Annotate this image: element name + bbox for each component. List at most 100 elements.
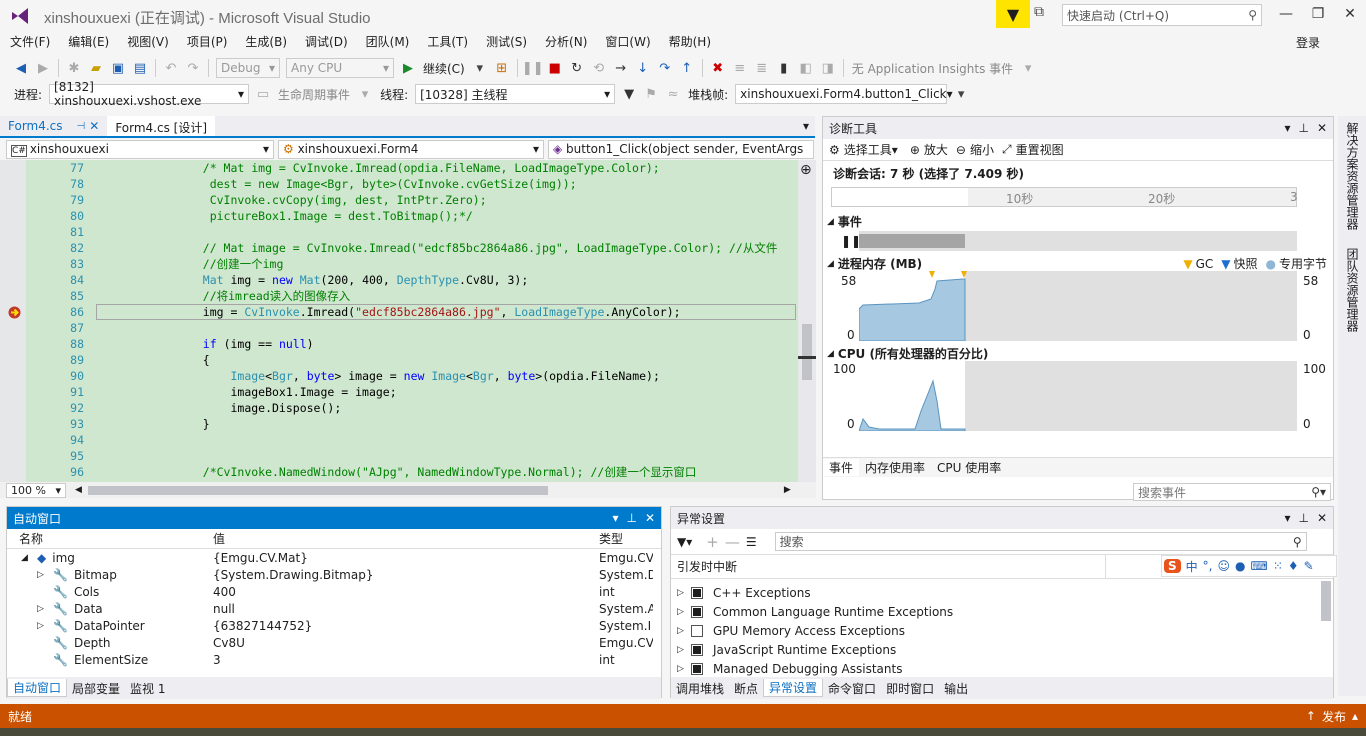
- chevron-down-icon[interactable]: ▾: [1019, 59, 1037, 77]
- code-line[interactable]: [92, 448, 798, 464]
- play-icon[interactable]: ▶: [399, 59, 417, 77]
- tab-exception-settings[interactable]: 异常设置: [763, 679, 824, 697]
- show-next-statement-icon[interactable]: →: [612, 59, 630, 77]
- ime-chinese-icon[interactable]: 中: [1186, 558, 1198, 575]
- filter-icon[interactable]: ▼▾: [677, 535, 692, 549]
- menu-file[interactable]: 文件(F): [1, 32, 59, 52]
- new-project-icon[interactable]: ✱: [65, 59, 83, 77]
- back-icon[interactable]: ◀: [12, 59, 30, 77]
- zoom-select[interactable]: 100 % ▾: [6, 482, 66, 498]
- expand-icon[interactable]: ▷: [37, 570, 49, 580]
- step-out-icon[interactable]: ↑: [678, 59, 696, 77]
- chevron-down-icon[interactable]: ▾: [612, 511, 618, 525]
- sogou-logo-icon[interactable]: S: [1164, 559, 1181, 573]
- zoom-out-button[interactable]: 缩小: [970, 141, 994, 158]
- code-line[interactable]: }: [92, 416, 798, 432]
- feedback-icon[interactable]: ⧉: [1034, 4, 1056, 24]
- code-line[interactable]: if (img == null): [92, 336, 798, 352]
- save-icon[interactable]: ▣: [109, 59, 127, 77]
- pin-icon[interactable]: ⊥: [626, 511, 636, 525]
- menu-team[interactable]: 团队(M): [357, 32, 419, 52]
- menu-project[interactable]: 项目(P): [178, 32, 237, 52]
- menu-build[interactable]: 生成(B): [236, 32, 296, 52]
- pin-icon[interactable]: ⊣: [77, 121, 86, 132]
- expand-icon[interactable]: ▷: [37, 604, 49, 614]
- menu-view[interactable]: 视图(V): [118, 32, 178, 52]
- code-line[interactable]: Mat img = new Mat(200, 400, DepthType.Cv…: [92, 272, 798, 288]
- menu-analyze[interactable]: 分析(N): [536, 32, 596, 52]
- notification-filter-button[interactable]: ▼: [996, 0, 1030, 28]
- minimize-button[interactable]: —: [1270, 0, 1302, 28]
- tab-output[interactable]: 输出: [939, 680, 973, 697]
- code-line[interactable]: CvInvoke.cvCopy(img, dest, IntPtr.Zero);: [92, 192, 798, 208]
- close-icon[interactable]: ✕: [1317, 511, 1327, 525]
- exception-checkbox[interactable]: [691, 624, 703, 637]
- tab-memory-usage[interactable]: 内存使用率: [859, 459, 931, 476]
- code-line[interactable]: //将imread读入的图像存入: [92, 288, 798, 304]
- process-select[interactable]: [8132] xinshouxuexi.vshost.exe ▾: [49, 80, 250, 108]
- split-icon[interactable]: ⊕: [800, 162, 812, 178]
- exception-category-row[interactable]: ▷ JavaScript Runtime Exceptions: [671, 640, 1333, 659]
- close-icon[interactable]: ✕: [89, 119, 99, 133]
- exception-category-row[interactable]: ▷ Common Language Runtime Exceptions: [671, 602, 1333, 621]
- tab-autos[interactable]: 自动窗口: [7, 679, 68, 697]
- restore-button[interactable]: ❐: [1302, 0, 1334, 28]
- code-line[interactable]: /* Mat img = CvInvoke.Imread(opdia.FileN…: [92, 160, 798, 176]
- menu-window[interactable]: 窗口(W): [596, 32, 659, 52]
- ime-keyboard-icon[interactable]: ⌨: [1251, 559, 1268, 573]
- search-events-input[interactable]: 搜索事件 ⚲▾: [1133, 483, 1331, 501]
- step-into-icon[interactable]: ↓: [634, 59, 652, 77]
- autos-row[interactable]: ▷ 🔧 Data null System.A: [7, 600, 661, 617]
- tab-form4-cs[interactable]: Form4.cs ⊣ ✕: [0, 116, 107, 136]
- prev-bookmark-icon[interactable]: ◧: [797, 59, 815, 77]
- chevron-down-icon[interactable]: ▾: [1284, 511, 1290, 525]
- chevron-down-icon[interactable]: ▾: [471, 59, 489, 77]
- stack-frame-select[interactable]: xinshouxuexi.Form4.button1_Click ▾: [735, 84, 953, 104]
- autos-row[interactable]: ▷ 🔧 Bitmap {System.Drawing.Bitmap} System.D: [7, 566, 661, 583]
- thread-select[interactable]: [10328] 主线程 ▾: [415, 84, 616, 104]
- open-file-icon[interactable]: ▰: [87, 59, 105, 77]
- scroll-left-icon[interactable]: ◀: [75, 485, 82, 495]
- autos-row[interactable]: 🔧 Depth Cv8U Emgu.CV: [7, 634, 661, 651]
- code-line[interactable]: [92, 432, 798, 448]
- filter-icon[interactable]: ▼: [620, 85, 638, 103]
- quick-launch-input[interactable]: 快速启动 (Ctrl+Q) ⚲: [1062, 4, 1262, 26]
- platform-select[interactable]: Any CPU ▾: [286, 58, 394, 78]
- ime-grid-icon[interactable]: ⁙: [1273, 559, 1283, 573]
- column-value[interactable]: 值: [207, 530, 593, 547]
- scroll-right-icon[interactable]: ▶: [784, 485, 791, 495]
- editor-vertical-scrollbar[interactable]: ⊕: [798, 160, 816, 482]
- indent-icon[interactable]: ≡: [731, 59, 749, 77]
- autos-row[interactable]: ▷ 🔧 DataPointer {63827144752} System.I: [7, 617, 661, 634]
- exception-checkbox[interactable]: [691, 643, 703, 656]
- expand-icon[interactable]: ▷: [677, 645, 689, 655]
- step-over-icon[interactable]: ↷: [656, 59, 674, 77]
- menu-help[interactable]: 帮助(H): [660, 32, 720, 52]
- forward-icon[interactable]: ▶: [34, 59, 52, 77]
- exception-category-row[interactable]: ▷ GPU Memory Access Exceptions: [671, 621, 1333, 640]
- code-line[interactable]: [92, 224, 798, 240]
- close-icon[interactable]: ✕: [1317, 121, 1327, 135]
- outdent-icon[interactable]: ≣: [753, 59, 771, 77]
- collapse-icon[interactable]: ◢: [827, 259, 834, 269]
- select-tools-button[interactable]: 选择工具: [844, 141, 892, 158]
- tab-breakpoints[interactable]: 断点: [729, 680, 763, 697]
- tab-cpu-usage[interactable]: CPU 使用率: [931, 459, 1007, 476]
- exception-scroll-thumb[interactable]: [1321, 581, 1331, 621]
- code-line[interactable]: [92, 320, 798, 336]
- pin-icon[interactable]: ⊥: [1298, 511, 1308, 525]
- zoom-in-button[interactable]: 放大: [924, 141, 948, 158]
- chevron-up-icon[interactable]: ▴: [1352, 709, 1358, 723]
- member-select[interactable]: ◈ button1_Click(object sender, EventArgs: [548, 139, 814, 159]
- code-line[interactable]: pictureBox1.Image = dest.ToBitmap();*/: [92, 208, 798, 224]
- code-editor[interactable]: 77 78 79 80 81 82 83 84 85 86 87 88 89 90 91 92 93 94 95 96…: [0, 160, 816, 482]
- menu-debug[interactable]: 调试(D): [296, 32, 357, 52]
- tab-overflow-icon[interactable]: ▾: [803, 119, 809, 133]
- code-lines[interactable]: /* Mat img = CvInvoke.Imread(opdia.FileN…: [92, 160, 798, 482]
- pin-icon[interactable]: ⊥: [1298, 121, 1308, 135]
- expand-icon[interactable]: ▷: [677, 588, 689, 598]
- tab-call-stack[interactable]: 调用堆栈: [671, 680, 729, 697]
- ime-smiley-icon[interactable]: ☺: [1218, 559, 1231, 573]
- threads-icon[interactable]: ≈: [664, 85, 682, 103]
- breakpoint-gutter[interactable]: [0, 160, 26, 482]
